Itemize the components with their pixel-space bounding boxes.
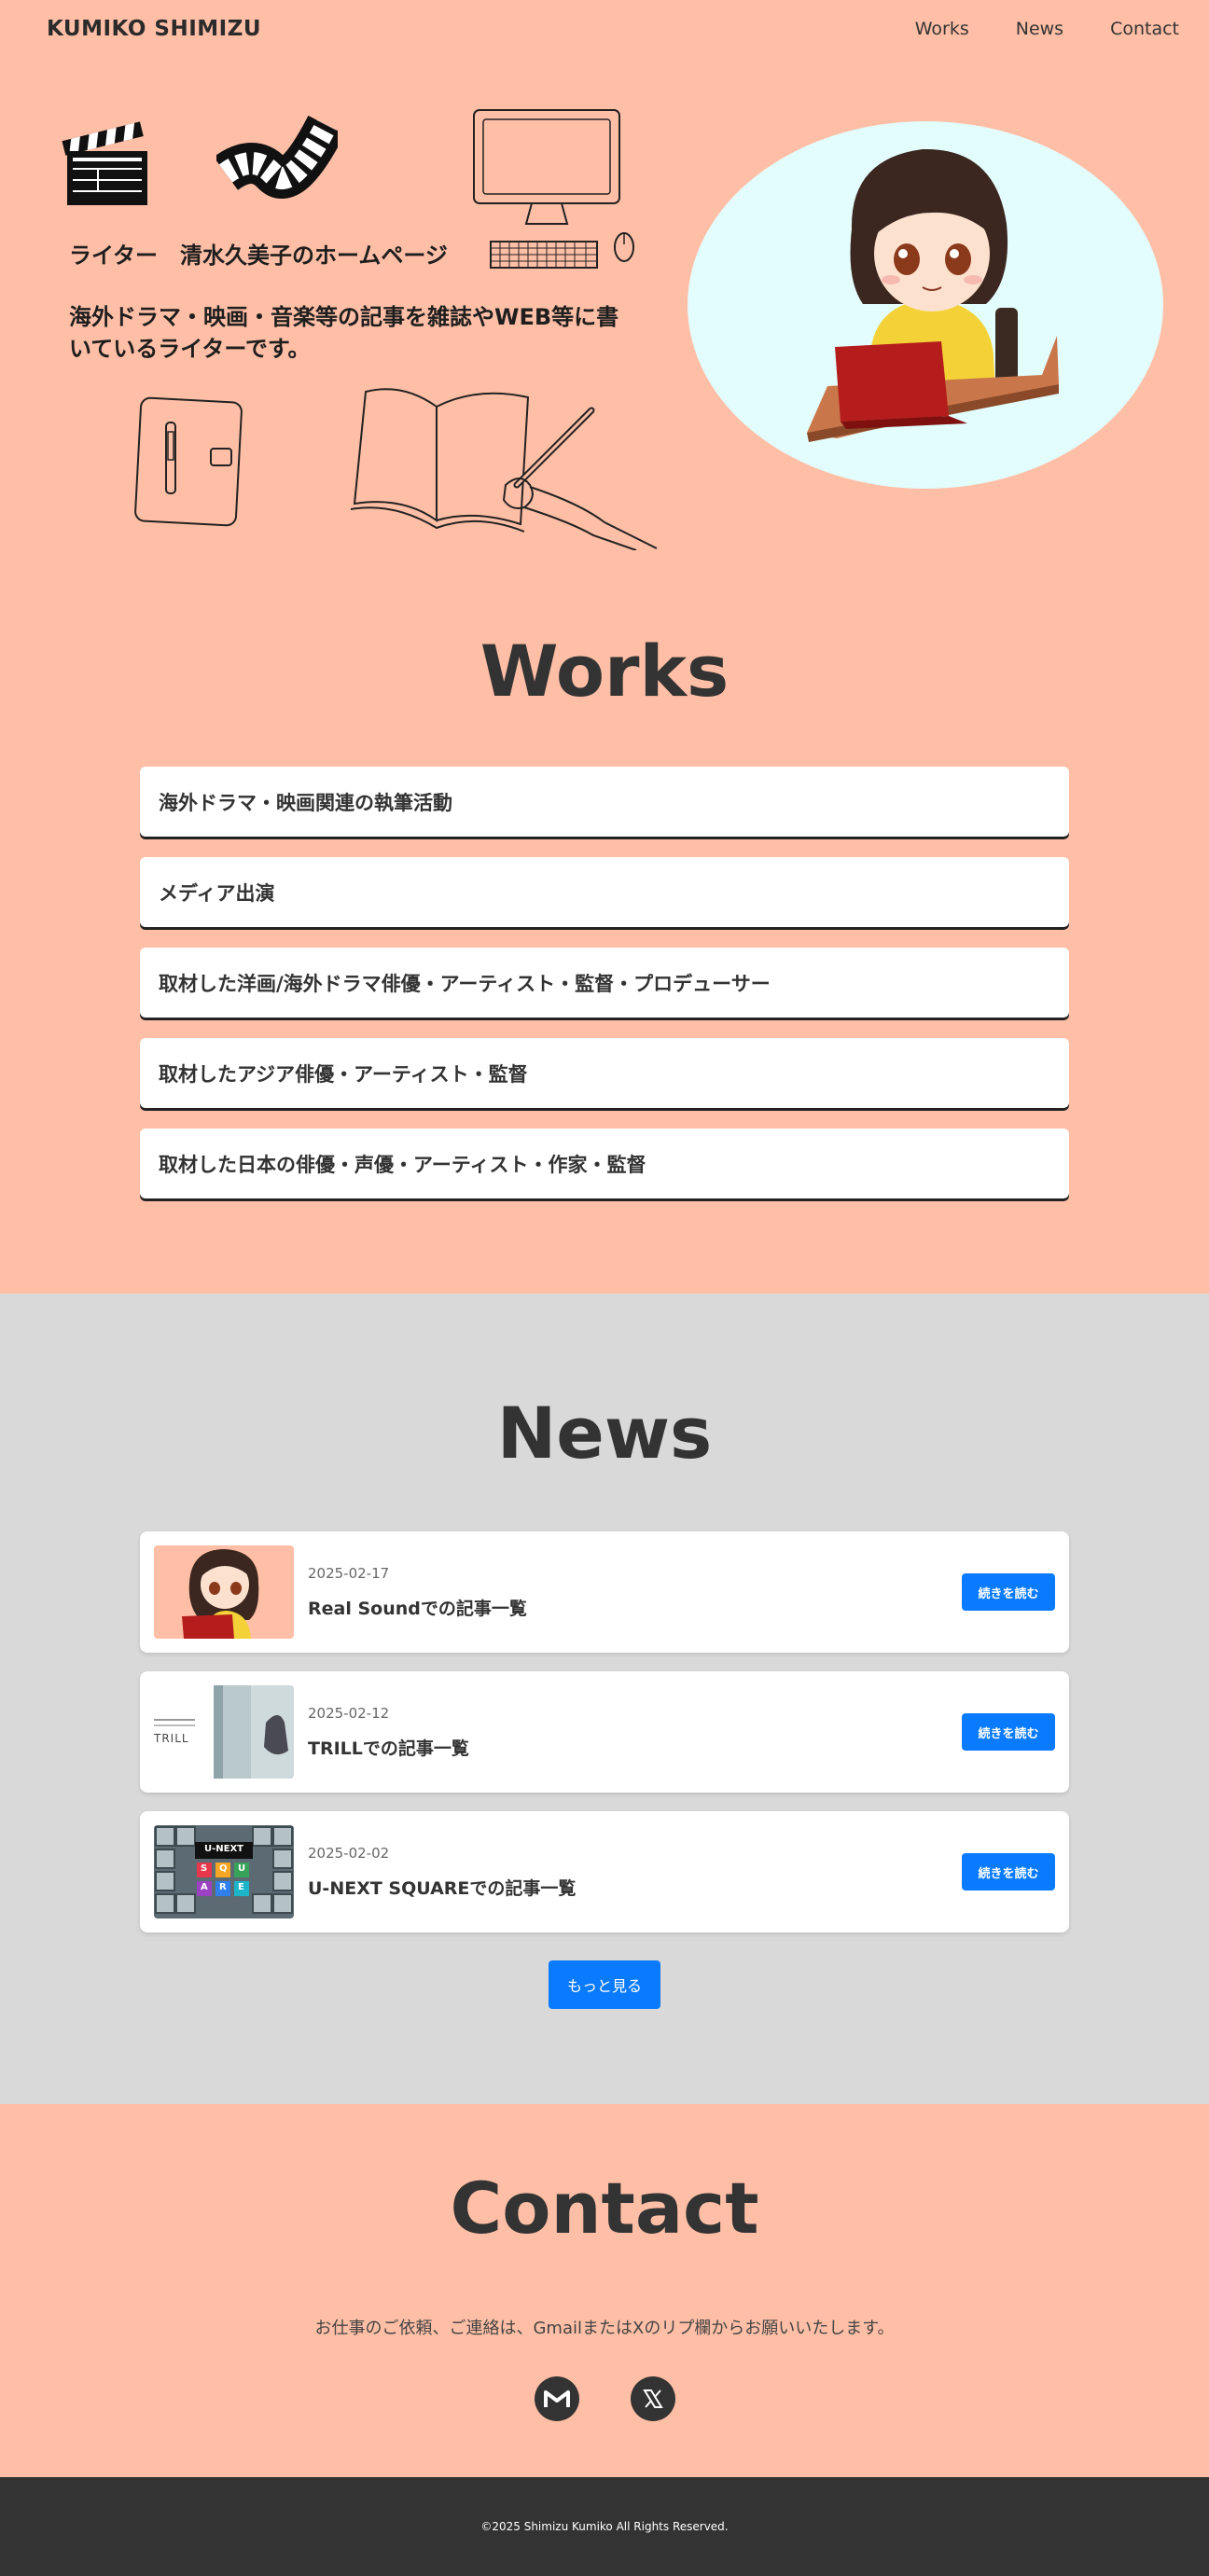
profile-avatar <box>688 121 1163 489</box>
hero-section: ライター 清水久美子のホームページ 海外ドラマ・映画・音楽等の記事を雑誌やWEB… <box>0 0 1209 580</box>
square-letter: U <box>238 1863 246 1874</box>
works-item[interactable]: 取材した日本の俳優・声優・アーティスト・作家・監督 <box>140 1129 1069 1198</box>
news-card: U-NEXT S Q U A R E 2025-02-02 U-NEXT SQU… <box>140 1811 1069 1932</box>
works-list: 海外ドラマ・映画関連の執筆活動 メディア出演 取材した洋画/海外ドラマ俳優・アー… <box>140 767 1069 1219</box>
hero-description: 海外ドラマ・映画・音楽等の記事を雑誌やWEB等に書いているライターです。 <box>69 304 619 363</box>
gmail-icon[interactable] <box>534 2376 579 2421</box>
read-more-button[interactable]: 続きを読む <box>962 1713 1055 1751</box>
nav-works[interactable]: Works <box>915 19 969 39</box>
news-title-text[interactable]: TRILLでの記事一覧 <box>308 1735 962 1760</box>
square-letter: A <box>201 1882 208 1892</box>
works-item[interactable]: メディア出演 <box>140 857 1069 927</box>
social-links <box>0 2376 1209 2421</box>
writing-hand-icon <box>350 388 658 550</box>
news-date: 2025-02-02 <box>308 1844 390 1862</box>
news-title-text[interactable]: U-NEXT SQUAREでの記事一覧 <box>308 1875 962 1900</box>
news-thumbnail: TRILL <box>154 1685 294 1779</box>
more-wrap: もっと見る <box>140 1951 1069 2009</box>
square-letter: Q <box>219 1863 228 1874</box>
news-thumbnail: U-NEXT S Q U A R E <box>154 1825 294 1918</box>
clapperboard-icon <box>62 121 147 205</box>
contact-text: お仕事のご依頼、ご連絡は、GmailまたはXのリプ欄からお願いいたします。 <box>314 2319 895 2338</box>
works-item[interactable]: 海外ドラマ・映画関連の執筆活動 <box>140 767 1069 837</box>
main-nav: Works News Contact <box>915 19 1179 39</box>
more-news-button[interactable]: もっと見る <box>549 1960 660 2009</box>
news-thumbnail <box>154 1545 294 1639</box>
works-section: Works 海外ドラマ・映画関連の執筆活動 メディア出演 取材した洋画/海外ドラ… <box>0 580 1209 1294</box>
news-card: TRILL 2025-02-12 TRILLでの記事一覧 続きを読む <box>140 1671 1069 1793</box>
hero-title: ライター 清水久美子のホームページ <box>69 242 448 269</box>
news-card: 2025-02-17 Real Soundでの記事一覧 続きを読む <box>140 1531 1069 1653</box>
news-title: News <box>496 1392 713 1475</box>
notebook-icon <box>134 396 243 527</box>
copyright-text: ©2025 Shimizu Kumiko All Rights Reserved… <box>480 2520 729 2533</box>
news-section: News 2025-02-17 Real Soundでの記事一覧 続きを読む T… <box>0 1294 1209 2104</box>
news-body: 2025-02-12 TRILLでの記事一覧 <box>294 1705 962 1760</box>
square-letter: R <box>219 1882 227 1892</box>
nav-news[interactable]: News <box>1016 19 1063 39</box>
site-brand[interactable]: KUMIKO SHIMIZU <box>47 17 261 41</box>
square-letter: E <box>238 1882 244 1892</box>
site-footer: ©2025 Shimizu Kumiko All Rights Reserved… <box>0 2477 1209 2576</box>
news-list: 2025-02-17 Real Soundでの記事一覧 続きを読む TRILL <box>140 1531 1069 2009</box>
news-date: 2025-02-12 <box>308 1704 390 1722</box>
unext-logo-text: U-NEXT <box>204 1844 244 1854</box>
square-letter: S <box>201 1863 208 1874</box>
news-body: 2025-02-02 U-NEXT SQUAREでの記事一覧 <box>294 1845 962 1900</box>
site-header: KUMIKO SHIMIZU Works News Contact <box>0 0 1209 58</box>
read-more-button[interactable]: 続きを読む <box>962 1573 1055 1611</box>
news-body: 2025-02-17 Real Soundでの記事一覧 <box>294 1565 962 1620</box>
film-strip-icon <box>216 116 338 199</box>
works-item[interactable]: 取材したアジア俳優・アーティスト・監督 <box>140 1038 1069 1108</box>
x-icon[interactable] <box>630 2376 675 2421</box>
nav-contact[interactable]: Contact <box>1110 19 1179 39</box>
computer-icon <box>473 109 634 269</box>
contact-title: Contact <box>450 2167 759 2250</box>
news-title-text[interactable]: Real Soundでの記事一覧 <box>308 1595 962 1620</box>
works-title: Works <box>479 630 730 713</box>
news-date: 2025-02-17 <box>308 1564 390 1582</box>
works-item[interactable]: 取材した洋画/海外ドラマ俳優・アーティスト・監督・プロデューサー <box>140 948 1069 1018</box>
read-more-button[interactable]: 続きを読む <box>962 1853 1055 1890</box>
contact-section: Contact お仕事のご依頼、ご連絡は、GmailまたはXのリプ欄からお願いい… <box>0 2104 1209 2477</box>
trill-logo-text: TRILL <box>154 1732 189 1745</box>
